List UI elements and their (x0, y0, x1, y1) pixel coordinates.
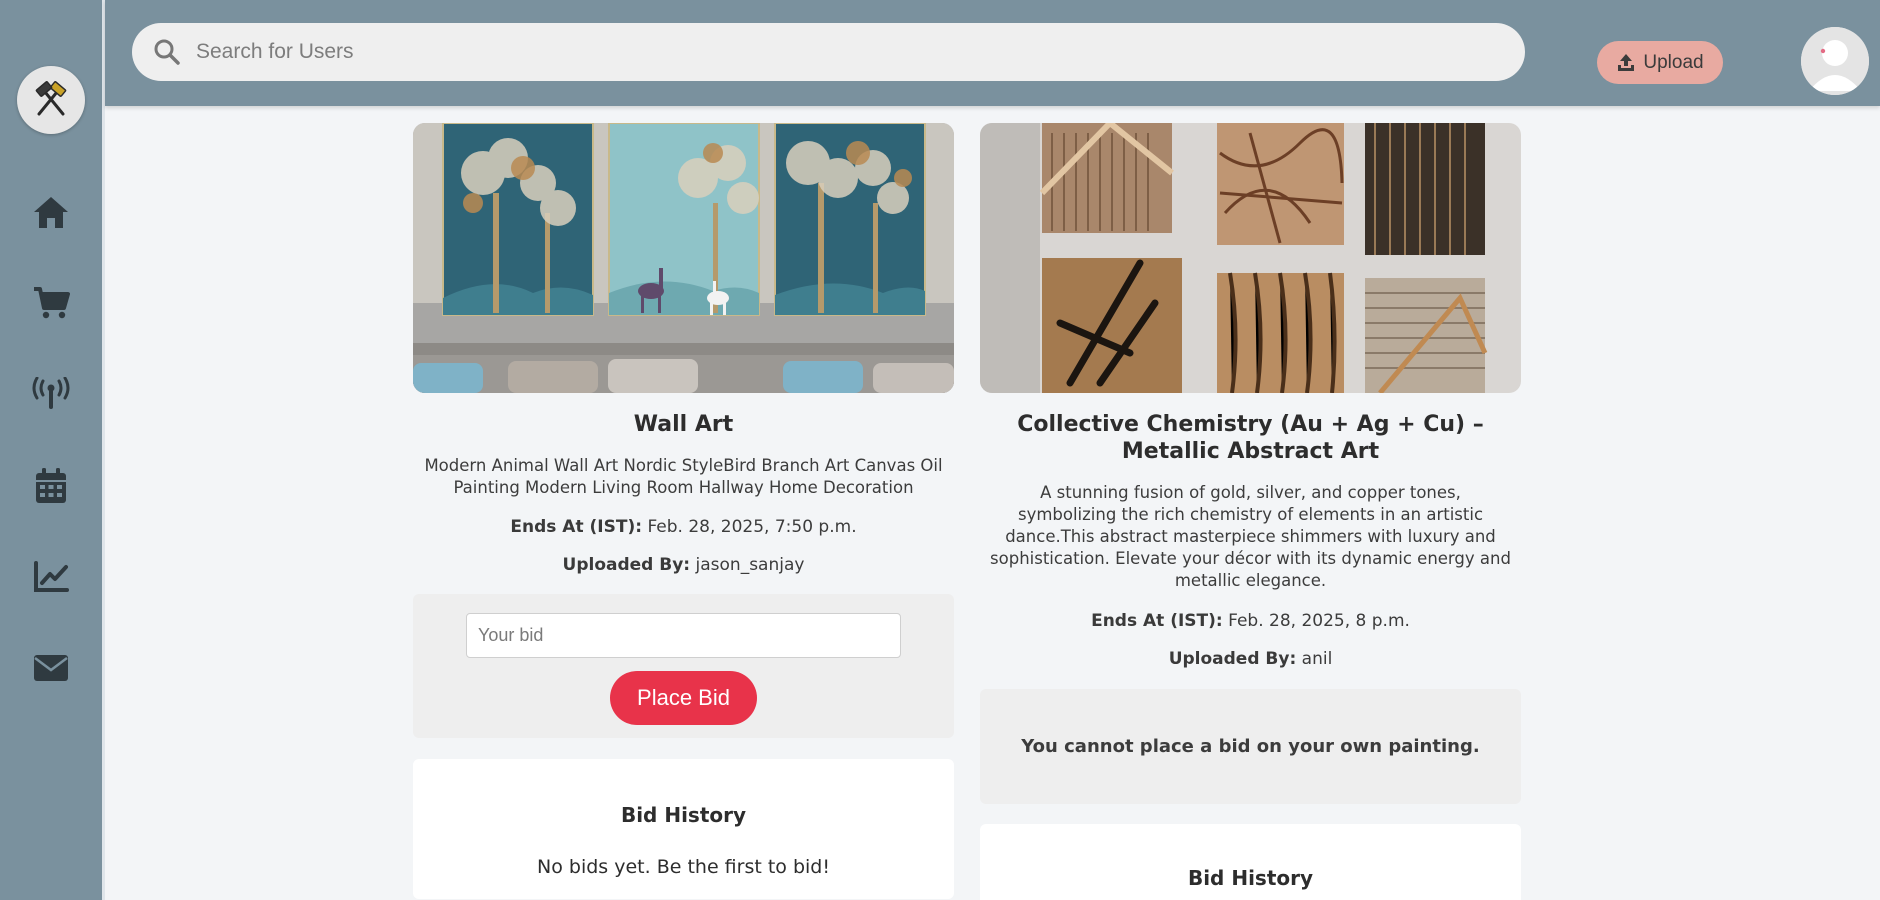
home-icon (34, 197, 68, 228)
sidebar-item-mail[interactable] (30, 647, 72, 689)
bid-history: Bid History (980, 824, 1521, 900)
place-bid-button[interactable]: Place Bid (610, 671, 757, 725)
uploader: Uploaded By: jason_sanjay (413, 555, 954, 575)
bid-amount-input[interactable] (466, 613, 901, 658)
painting-card: Collective Chemistry (Au + Ag + Cu) – Me… (980, 123, 1521, 900)
painting-description: A stunning fusion of gold, silver, and c… (990, 483, 1511, 590)
sidebar (0, 0, 105, 900)
calendar-icon (36, 468, 66, 503)
own-painting-message: You cannot place a bid on your own paint… (1021, 736, 1480, 757)
bid-history-empty: No bids yet. Be the first to bid! (537, 856, 830, 878)
bid-history-title: Bid History (1187, 866, 1314, 890)
ends-label: Ends At (IST): (510, 517, 643, 537)
search-bar[interactable] (132, 23, 1525, 81)
auction-end: Ends At (IST): Feb. 28, 2025, 7:50 p.m. (413, 517, 954, 537)
upload-icon (1618, 53, 1635, 71)
envelope-icon (34, 655, 68, 681)
top-bar: Upload (105, 0, 1880, 106)
ends-value: Feb. 28, 2025, 7:50 p.m. (647, 517, 857, 537)
painting-description: Modern Animal Wall Art Nordic StyleBird … (424, 456, 943, 497)
upload-label: Upload (1643, 51, 1704, 73)
search-icon (152, 37, 182, 67)
sidebar-item-stats[interactable] (30, 556, 72, 598)
bid-form: Place Bid (413, 594, 954, 738)
own-painting-notice: You cannot place a bid on your own paint… (980, 689, 1521, 804)
sidebar-item-calendar[interactable] (30, 465, 72, 507)
user-avatar-icon (1801, 27, 1869, 95)
bid-history-title: Bid History (620, 803, 747, 827)
uploader: Uploaded By: anil (980, 649, 1521, 669)
ends-value: Feb. 28, 2025, 8 p.m. (1228, 611, 1410, 631)
painting-card: Wall Art Modern Animal Wall Art Nordic S… (413, 123, 954, 899)
uploader-name: jason_sanjay (695, 555, 805, 575)
logo[interactable] (17, 66, 85, 134)
upload-button[interactable]: Upload (1597, 41, 1723, 84)
uploaded-by-label: Uploaded By: (1168, 649, 1297, 669)
search-input[interactable] (196, 40, 1525, 64)
avatar[interactable] (1801, 27, 1869, 95)
cart-icon (34, 287, 70, 319)
uploader-name: anil (1301, 649, 1333, 669)
painting-title: Collective Chemistry (Au + Ag + Cu) – Me… (1017, 412, 1484, 464)
broadcast-icon (32, 377, 70, 409)
painting-image[interactable] (980, 123, 1521, 393)
auction-end: Ends At (IST): Feb. 28, 2025, 8 p.m. (980, 611, 1521, 631)
bid-history: Bid History No bids yet. Be the first to… (413, 759, 954, 899)
ends-label: Ends At (IST): (1091, 611, 1223, 631)
painting-title: Wall Art (633, 412, 734, 437)
uploaded-by-label: Uploaded By: (562, 555, 691, 575)
chart-line-icon (34, 561, 69, 592)
painting-image[interactable] (413, 123, 954, 393)
hammer-logo-icon (35, 81, 67, 116)
sidebar-item-live[interactable] (30, 373, 72, 415)
sidebar-item-cart[interactable] (30, 282, 72, 324)
sidebar-item-home[interactable] (30, 191, 72, 233)
